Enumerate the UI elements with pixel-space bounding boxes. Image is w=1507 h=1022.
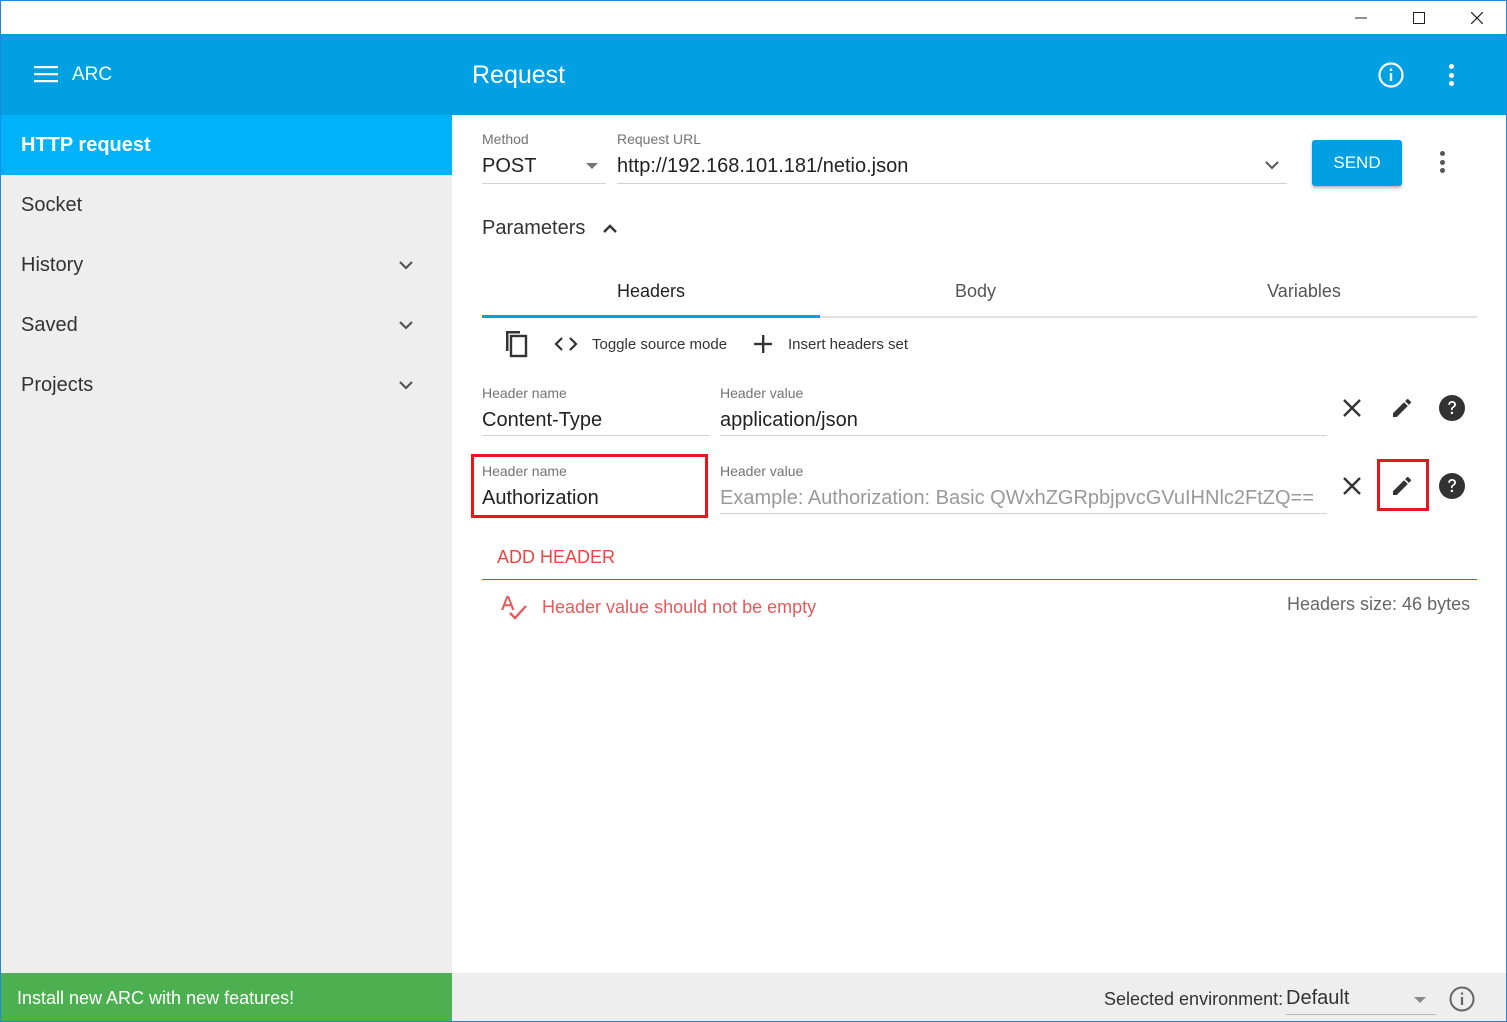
url-value: http://192.168.101.181/netio.json [617, 155, 909, 177]
page-title: Request [472, 61, 566, 89]
info-icon [1378, 62, 1404, 88]
add-header-divider [482, 579, 1477, 580]
method-underline [482, 183, 606, 184]
app-window: ARC Request HTTP request Socket History [0, 0, 1507, 1022]
url-underline [617, 183, 1287, 184]
toggle-source-label: Toggle source mode [592, 335, 728, 353]
request-more-button[interactable] [1432, 151, 1452, 173]
copy-icon [506, 331, 528, 358]
app-name: ARC [72, 64, 113, 85]
dropdown-arrow-icon [1414, 997, 1426, 1003]
toggle-source-mode-button[interactable]: Toggle source mode [552, 327, 727, 361]
tab-headers[interactable]: Headers [482, 265, 820, 317]
edit-header-button[interactable] [1386, 392, 1418, 424]
header-value-label: Header value [720, 463, 804, 479]
tab-label: Variables [1267, 280, 1341, 301]
headers-size-text: Headers size: 46 bytes [1287, 594, 1471, 614]
header-value-label: Header value [720, 385, 804, 401]
insert-headers-set-button[interactable]: Insert headers set [752, 327, 908, 361]
sidebar-item-saved[interactable]: Saved [1, 295, 452, 355]
pencil-icon [1393, 398, 1412, 417]
header-name-underline [482, 435, 710, 436]
method-label: Method [482, 131, 529, 147]
header-value-input[interactable]: Example: Authorization: Basic QWxhZGRpbj… [720, 483, 1327, 513]
environment-label: Selected environment: [1104, 989, 1284, 1009]
plus-icon [754, 335, 772, 353]
remove-header-button[interactable] [1336, 392, 1368, 424]
method-select[interactable]: POST [482, 151, 606, 183]
chevron-down-icon [399, 261, 413, 270]
info-button[interactable] [1376, 60, 1406, 90]
sidebar-item-label: Projects [21, 373, 94, 396]
install-promo-banner[interactable]: Install new ARC with new features! [1, 973, 452, 1021]
app-more-button[interactable] [1436, 60, 1466, 90]
environment-value: Default [1286, 987, 1350, 1009]
request-panel: Method POST Request URL http://192.168.1… [452, 115, 1506, 973]
menu-button[interactable] [34, 62, 60, 86]
header-name-label: Header name [482, 385, 567, 401]
tab-label: Body [954, 280, 997, 301]
info-icon[interactable] [1448, 985, 1476, 1013]
minimize-icon [1355, 17, 1367, 18]
sidebar-item-label: HTTP request [21, 133, 151, 156]
close-icon [1471, 11, 1483, 24]
chevron-down-icon [399, 381, 413, 390]
close-window-button[interactable] [1448, 1, 1506, 34]
sidebar-item-socket[interactable]: Socket [1, 175, 452, 235]
header-name-input[interactable]: Content-Type [482, 405, 710, 435]
tab-variables[interactable]: Variables [1131, 265, 1477, 317]
add-header-button[interactable]: ADD HEADER [497, 547, 615, 568]
dropdown-arrow-icon [586, 163, 598, 169]
header-name-value: Content-Type [482, 409, 603, 431]
maximize-icon [1413, 11, 1425, 24]
sidebar: HTTP request Socket History Saved Projec… [1, 115, 452, 973]
highlight-box-edit-button [1377, 459, 1429, 511]
minimize-button[interactable] [1332, 1, 1390, 34]
header-value-underline [720, 435, 1327, 436]
maximize-button[interactable] [1390, 1, 1448, 34]
url-label: Request URL [617, 131, 702, 147]
parameters-label[interactable]: Parameters [482, 217, 585, 240]
sidebar-item-projects[interactable]: Projects [1, 355, 452, 415]
sidebar-item-label: Socket [21, 193, 83, 216]
help-icon [1439, 395, 1465, 421]
tab-active-indicator [482, 315, 820, 318]
chevron-down-icon [399, 321, 413, 330]
help-icon [1439, 473, 1465, 499]
sidebar-item-label: Saved [21, 313, 78, 336]
url-input[interactable]: http://192.168.101.181/netio.json [617, 151, 1287, 183]
header-help-button[interactable] [1436, 470, 1468, 502]
close-icon [1343, 399, 1361, 417]
environment-bar: Selected environment: Default [452, 973, 1506, 1021]
environment-select[interactable]: Default [1286, 983, 1436, 1015]
app-header: ARC Request [1, 34, 1506, 115]
header-value-input[interactable]: application/json [720, 405, 1327, 435]
insert-headers-set-label: Insert headers set [788, 335, 909, 353]
window-titlebar [1, 1, 1506, 34]
copy-headers-button[interactable] [502, 327, 530, 361]
send-button[interactable]: SEND [1312, 140, 1402, 186]
header-value-underline [720, 513, 1327, 514]
sidebar-item-history[interactable]: History [1, 235, 452, 295]
header-help-button[interactable] [1436, 392, 1468, 424]
method-value: POST [482, 155, 537, 177]
sidebar-item-label: History [21, 253, 84, 276]
chevron-down-icon[interactable] [1262, 155, 1282, 175]
tab-label: Headers [616, 280, 686, 301]
more-vert-icon [1441, 64, 1461, 86]
sidebar-item-http-request[interactable]: HTTP request [1, 115, 452, 175]
header-value-value: application/json [720, 409, 858, 431]
remove-header-button[interactable] [1336, 470, 1368, 502]
tab-body[interactable]: Body [820, 265, 1131, 317]
code-icon [554, 337, 578, 351]
hamburger-menu-icon [34, 66, 58, 83]
close-icon [1343, 477, 1361, 495]
chevron-up-icon[interactable] [600, 219, 620, 239]
validation-error-text: Header value should not be empty [542, 597, 817, 617]
promo-text: Install new ARC with new features! [17, 987, 295, 1008]
spellcheck-icon [501, 596, 527, 620]
header-value-placeholder: Example: Authorization: Basic QWxhZGRpbj… [720, 487, 1314, 509]
highlight-box-header-name [471, 454, 708, 518]
